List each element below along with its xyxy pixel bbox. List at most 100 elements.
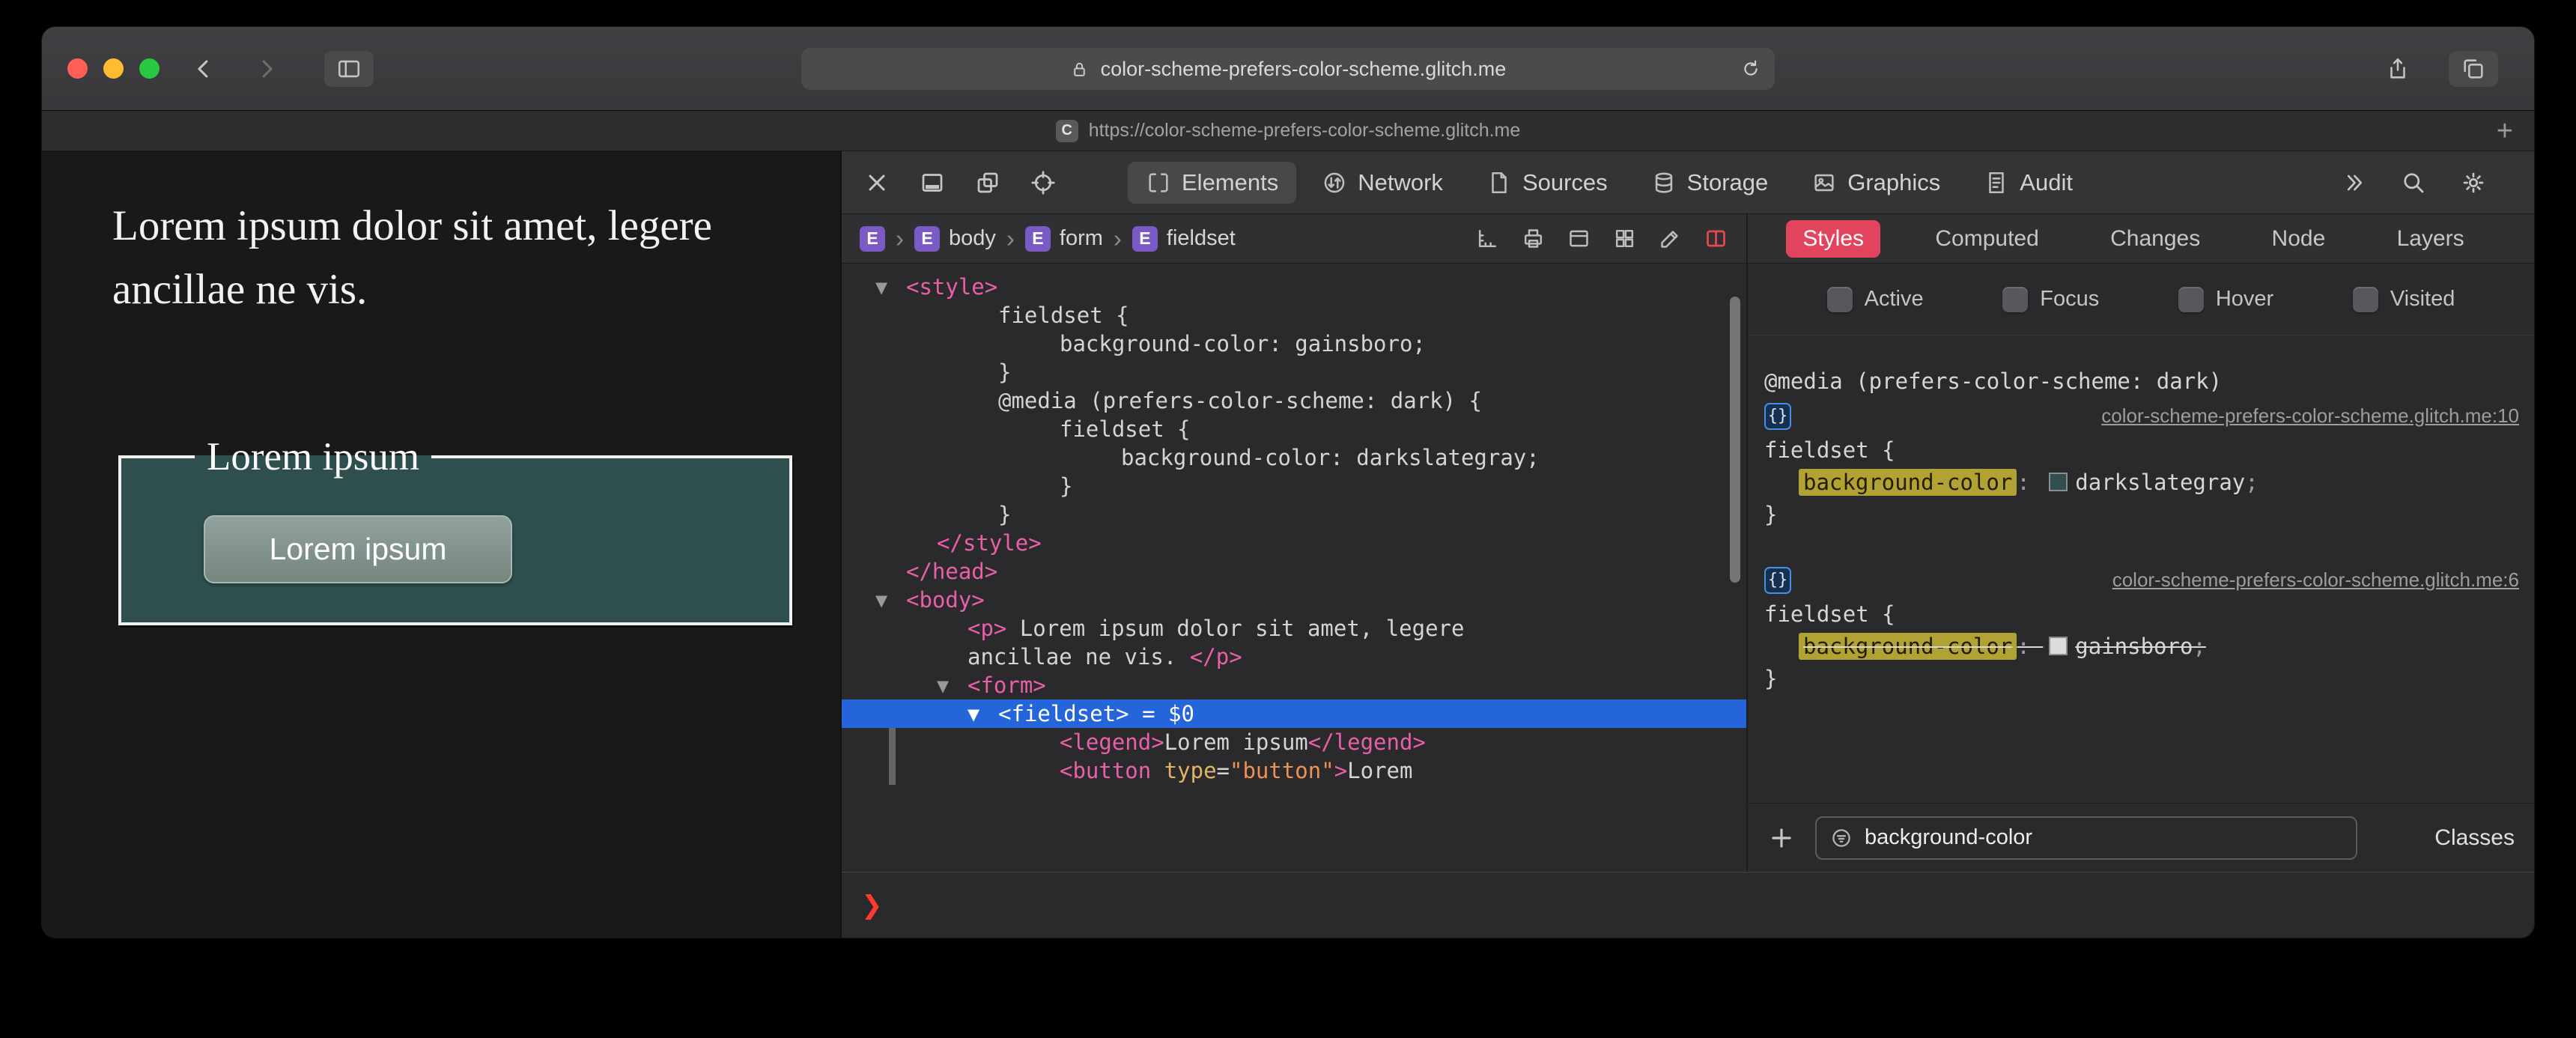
source-link[interactable]: color-scheme-prefers-color-scheme.glitch… bbox=[2112, 564, 2519, 596]
tab-audit[interactable]: Audit bbox=[1966, 162, 2091, 204]
dom-tree-line[interactable]: ▼ <body> bbox=[842, 586, 1746, 614]
pseudo-toggle-active[interactable]: Active bbox=[1826, 286, 1924, 312]
new-rule-button[interactable] bbox=[1767, 824, 1796, 852]
element-badge: E bbox=[914, 225, 940, 252]
css-rule-icon[interactable]: {} bbox=[1764, 566, 1791, 594]
css-rule-icon[interactable]: {} bbox=[1764, 402, 1791, 430]
dom-tree-scrollbar[interactable] bbox=[1730, 297, 1740, 583]
print-styles-icon[interactable] bbox=[1521, 226, 1546, 251]
new-tab-button[interactable]: + bbox=[2497, 117, 2513, 145]
detach-button[interactable] bbox=[973, 169, 1002, 197]
rulers-icon[interactable] bbox=[1475, 226, 1500, 251]
dom-tree-line[interactable]: @media (prefers-color-scheme: dark) { bbox=[842, 386, 1746, 415]
forward-button[interactable] bbox=[246, 49, 285, 88]
color-swatch[interactable] bbox=[2049, 637, 2068, 655]
close-button[interactable] bbox=[863, 169, 891, 197]
semicolon: ; bbox=[2193, 634, 2206, 659]
sidebar-tab-changes[interactable]: Changes bbox=[2094, 220, 2217, 258]
source-link[interactable]: color-scheme-prefers-color-scheme.glitch… bbox=[2101, 400, 2519, 432]
browser-tab[interactable]: C https://color-scheme-prefers-color-sch… bbox=[1055, 119, 1520, 142]
dom-tree-line[interactable]: </style> bbox=[842, 529, 1746, 557]
disclosure-triangle-icon[interactable]: ▼ bbox=[937, 672, 967, 700]
breadcrumb-item-body[interactable]: Ebody bbox=[914, 225, 996, 252]
gear-button[interactable] bbox=[2459, 169, 2488, 197]
element-badge: E bbox=[1024, 225, 1051, 252]
screenshot-icon[interactable] bbox=[1567, 226, 1591, 251]
focus-checkbox[interactable] bbox=[2002, 286, 2029, 312]
inspect-target-button[interactable] bbox=[1029, 169, 1057, 197]
reload-icon[interactable] bbox=[1740, 58, 1761, 79]
window-content: Lorem ipsum dolor sit amet, legere ancil… bbox=[42, 151, 2534, 938]
dom-tree-line[interactable]: ▼ <style> bbox=[842, 273, 1746, 301]
dom-tree-line[interactable]: ancillae ne vis. </p> bbox=[842, 643, 1746, 671]
breadcrumb-separator-icon: › bbox=[896, 225, 904, 252]
storage-icon bbox=[1651, 170, 1677, 195]
rule-selector: fieldset { bbox=[1764, 601, 1895, 627]
dom-tree-line[interactable]: background-color: gainsboro; bbox=[842, 330, 1746, 358]
console-prompt-area[interactable]: ❯ bbox=[842, 872, 2534, 938]
disclosure-triangle-icon[interactable]: ▼ bbox=[875, 273, 906, 302]
code-token: @media (prefers-color-scheme: dark) { bbox=[998, 388, 1483, 413]
dom-tree-line[interactable]: <p> Lorem ipsum dolor sit amet, legere bbox=[842, 614, 1746, 643]
sidebar-tab-computed[interactable]: Computed bbox=[1919, 220, 2055, 258]
tabs-button[interactable] bbox=[2449, 50, 2498, 87]
pseudo-toggle-focus[interactable]: Focus bbox=[2002, 286, 2099, 312]
breadcrumb-item-html[interactable]: E bbox=[860, 225, 885, 252]
css-property: background-color bbox=[1799, 469, 2017, 496]
code-token: <legend> bbox=[1060, 729, 1164, 755]
minimize-window-button[interactable] bbox=[103, 58, 124, 79]
code-token: ancillae ne vis. bbox=[967, 644, 1190, 670]
css-declaration[interactable]: background-color: gainsboro; bbox=[1764, 631, 2519, 663]
breadcrumb-item-fieldset[interactable]: Efieldset bbox=[1131, 225, 1236, 252]
dom-tree-line[interactable]: } bbox=[842, 358, 1746, 386]
address-bar[interactable]: color-scheme-prefers-color-scheme.glitch… bbox=[801, 48, 1775, 90]
disclosure-triangle-icon[interactable]: ▼ bbox=[875, 586, 906, 615]
zoom-window-button[interactable] bbox=[139, 58, 160, 79]
sidebar-tab-layers[interactable]: Layers bbox=[2381, 220, 2481, 258]
classes-toggle[interactable]: Classes bbox=[2434, 825, 2515, 851]
dom-tree-line[interactable]: <button type="button">Lorem bbox=[842, 756, 1746, 785]
css-declaration[interactable]: background-color: darkslategray; bbox=[1764, 467, 2519, 499]
paint-flashing-icon[interactable] bbox=[1704, 226, 1728, 251]
code-token: <fieldset> bbox=[998, 701, 1129, 726]
color-swatch[interactable] bbox=[2049, 473, 2068, 491]
dom-tree-line[interactable]: fieldset { bbox=[842, 301, 1746, 330]
titlebar-right-buttons bbox=[2378, 49, 2509, 88]
breadcrumb-item-form[interactable]: Eform bbox=[1024, 225, 1103, 252]
sidebar-button[interactable] bbox=[324, 50, 374, 87]
disclosure-triangle-icon[interactable]: ▼ bbox=[967, 700, 998, 729]
edit-icon[interactable] bbox=[1658, 226, 1683, 251]
close-window-button[interactable] bbox=[67, 58, 88, 79]
code-token: </legend> bbox=[1307, 729, 1426, 755]
chevrons-more-button[interactable] bbox=[2339, 169, 2368, 197]
grid-overlay-icon[interactable] bbox=[1612, 226, 1637, 251]
sidebar-tab-node[interactable]: Node bbox=[2255, 220, 2342, 258]
dom-tree-line[interactable]: } bbox=[842, 500, 1746, 529]
gear-icon bbox=[2460, 169, 2487, 196]
tab-graphics[interactable]: Graphics bbox=[1793, 162, 1958, 204]
back-button[interactable] bbox=[185, 49, 224, 88]
search-button[interactable] bbox=[2399, 169, 2428, 197]
tab-elements[interactable]: Elements bbox=[1128, 161, 1297, 204]
sidebar-tab-styles[interactable]: Styles bbox=[1786, 219, 1881, 258]
tab-storage[interactable]: Storage bbox=[1633, 162, 1787, 204]
page-button[interactable]: Lorem ipsum bbox=[204, 515, 512, 583]
filter-field[interactable]: background-color bbox=[1815, 816, 2357, 860]
hover-checkbox[interactable] bbox=[2178, 286, 2204, 312]
dom-tree-line[interactable]: </head> bbox=[842, 557, 1746, 586]
visited-checkbox[interactable] bbox=[2352, 286, 2378, 312]
dom-tree-line[interactable]: } bbox=[842, 472, 1746, 500]
dom-tree-line[interactable]: ▼ <fieldset> = $0 bbox=[842, 699, 1746, 728]
tab-sources[interactable]: Sources bbox=[1468, 162, 1626, 204]
share-button[interactable] bbox=[2378, 49, 2417, 88]
dom-tree-line[interactable]: fieldset { bbox=[842, 415, 1746, 443]
pseudo-toggle-hover[interactable]: Hover bbox=[2178, 286, 2273, 312]
dom-tree-line[interactable]: <legend>Lorem ipsum</legend> bbox=[842, 728, 1746, 756]
active-checkbox[interactable] bbox=[1826, 286, 1853, 312]
pseudo-toggle-visited[interactable]: Visited bbox=[2352, 286, 2455, 312]
tab-network[interactable]: Network bbox=[1304, 162, 1461, 204]
lock-icon bbox=[1070, 60, 1089, 79]
dom-tree-line[interactable]: ▼ <form> bbox=[842, 671, 1746, 699]
dock-bottom-button[interactable] bbox=[918, 169, 947, 197]
dom-tree-line[interactable]: background-color: darkslategray; bbox=[842, 443, 1746, 472]
